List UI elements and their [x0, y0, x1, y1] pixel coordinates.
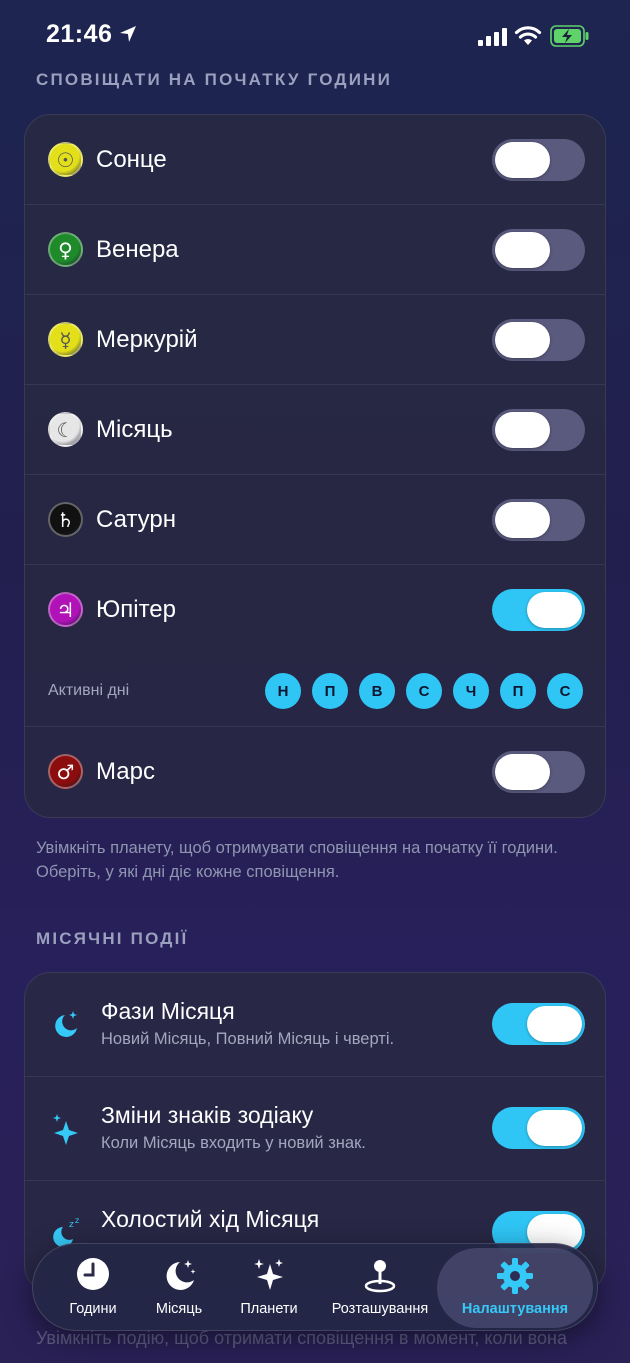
planet-name: Венера — [96, 236, 179, 263]
wifi-icon — [514, 26, 542, 45]
sparkles-icon — [51, 1113, 81, 1152]
event-subtitle: Коли Місяць входить у новий знак. — [101, 1134, 366, 1152]
day-chip[interactable]: П — [500, 673, 536, 709]
planet-name: Меркурій — [96, 326, 198, 353]
active-days-label: Активні дні — [48, 682, 130, 699]
planet-name: Сонце — [96, 146, 167, 173]
toggle-knob — [495, 412, 550, 448]
tab-bar: Години Місяць Планети Розташування Налаш… — [32, 1243, 598, 1331]
jupiter-icon: ♃ — [48, 592, 83, 627]
venus-icon: ♀ — [48, 232, 83, 267]
toggle-knob — [527, 1110, 582, 1146]
event-title: Фази Місяця — [101, 998, 235, 1024]
day-chip[interactable]: Н — [265, 673, 301, 709]
mercury-icon: ☿ — [48, 322, 83, 357]
days-selector: НПВСЧПС — [265, 673, 583, 709]
planet-glyph: ☿ — [59, 327, 72, 352]
svg-text:z: z — [75, 1217, 79, 1225]
toggle-knob — [495, 322, 550, 358]
planet-row-mars[interactable]: ♂ Марс — [25, 727, 605, 817]
status-bar: 21:46 — [0, 0, 630, 70]
venus-toggle[interactable] — [492, 229, 585, 271]
tab-label: Розташування — [331, 1301, 429, 1317]
tab-location[interactable]: Розташування — [323, 1244, 437, 1332]
moon-icon: ☾ — [48, 412, 83, 447]
planet-name: Юпітер — [96, 596, 176, 623]
tab-label: Місяць — [155, 1301, 203, 1317]
zodiac-changes-toggle[interactable] — [492, 1107, 585, 1149]
planet-row-mercury[interactable]: ☿ Меркурій — [25, 295, 605, 385]
toggle-knob — [527, 592, 582, 628]
planet-glyph: ☾ — [56, 417, 75, 442]
tab-moon[interactable]: Місяць — [139, 1244, 219, 1332]
day-chip[interactable]: В — [359, 673, 395, 709]
location-arrow-icon — [120, 26, 136, 42]
tab-label: Планети — [240, 1301, 298, 1317]
day-chip[interactable]: П — [312, 673, 348, 709]
jupiter-toggle[interactable] — [492, 589, 585, 631]
location-pin-icon — [364, 1260, 396, 1293]
planet-name: Місяць — [96, 416, 173, 443]
planet-row-saturn[interactable]: ♄ Сатурн — [25, 475, 605, 565]
clock-icon — [77, 1258, 109, 1290]
saturn-icon: ♄ — [48, 502, 83, 537]
toggle-knob — [495, 232, 550, 268]
tab-settings[interactable]: Налаштування — [437, 1248, 593, 1328]
moon-toggle[interactable] — [492, 409, 585, 451]
event-title: Холостий хід Місяця — [101, 1206, 320, 1232]
section-title-lunar: МІСЯЧНІ ПОДІЇ — [36, 929, 189, 948]
section-title-hourly: СПОВІЩАТИ НА ПОЧАТКУ ГОДИНИ — [36, 70, 393, 89]
tab-hours[interactable]: Години — [53, 1244, 133, 1332]
sun-icon: ☉ — [48, 142, 83, 177]
planet-name: Сатурн — [96, 506, 177, 533]
moon-stars-icon — [51, 1009, 81, 1044]
toggle-knob — [495, 502, 550, 538]
tab-label: Налаштування — [461, 1301, 569, 1317]
hourly-footnote: Увімкніть планету, щоб отримувати сповіщ… — [36, 839, 558, 881]
status-time: 21:46 — [46, 20, 113, 48]
sun-toggle[interactable] — [492, 139, 585, 181]
hourly-notifications-card: ☉ Сонце ♀ Венера ☿ Меркурій ☾ Місяць ♄ Сатурн ♃ Юпі… — [24, 114, 606, 818]
mercury-toggle[interactable] — [492, 319, 585, 361]
svg-text:z: z — [69, 1220, 74, 1230]
toggle-knob — [495, 142, 550, 178]
day-chip[interactable]: С — [547, 673, 583, 709]
day-chip[interactable]: С — [406, 673, 442, 709]
planet-row-jupiter[interactable]: ♃ Юпітер — [25, 565, 605, 655]
toggle-knob — [527, 1006, 582, 1042]
battery-charging-icon — [550, 25, 589, 47]
day-chip[interactable]: Ч — [453, 673, 489, 709]
planet-glyph: ♀ — [58, 237, 73, 262]
toggle-knob — [495, 754, 550, 790]
event-row-moon-phases[interactable]: Фази Місяця Новий Місяць, Повний Місяць і… — [25, 973, 605, 1077]
planet-glyph: ♃ — [56, 597, 75, 622]
gear-icon — [497, 1258, 533, 1294]
active-days-row: Активні дні НПВСЧПС — [25, 655, 605, 727]
planet-glyph: ☉ — [56, 147, 75, 172]
sparkles-icon — [254, 1259, 283, 1290]
mars-toggle[interactable] — [492, 751, 585, 793]
planet-glyph: ♄ — [56, 507, 75, 532]
planet-row-moon[interactable]: ☾ Місяць — [25, 385, 605, 475]
event-title: Зміни знаків зодіаку — [101, 1102, 314, 1128]
event-subtitle: Новий Місяць, Повний Місяць і чверті. — [101, 1030, 395, 1048]
tab-planets[interactable]: Планети — [229, 1244, 309, 1332]
event-row-zodiac-changes[interactable]: Зміни знаків зодіаку Коли Місяць входить … — [25, 1077, 605, 1181]
moon-stars-icon — [166, 1260, 196, 1290]
tab-label: Години — [69, 1301, 117, 1317]
planet-name: Марс — [96, 758, 155, 785]
saturn-toggle[interactable] — [492, 499, 585, 541]
mars-icon: ♂ — [48, 754, 83, 789]
planet-row-sun[interactable]: ☉ Сонце — [25, 115, 605, 205]
cellular-signal-icon — [478, 28, 507, 46]
planet-row-venus[interactable]: ♀ Венера — [25, 205, 605, 295]
moon-phases-toggle[interactable] — [492, 1003, 585, 1045]
planet-glyph: ♂ — [56, 759, 75, 784]
